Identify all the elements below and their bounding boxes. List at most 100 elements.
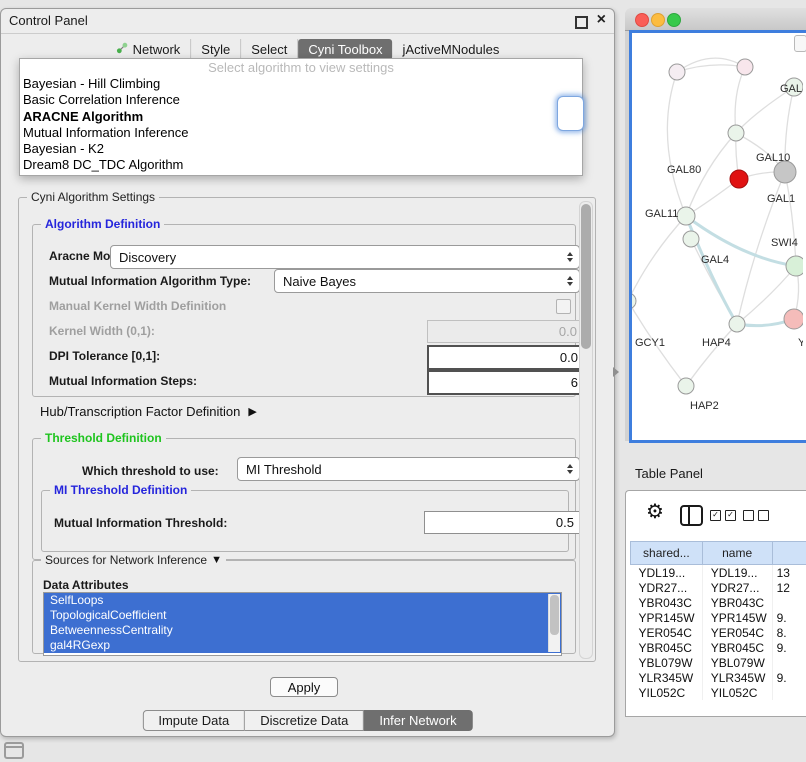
table-cell[interactable]: 9.	[772, 610, 806, 625]
table-cell[interactable]: YLR345W	[631, 670, 703, 685]
tab-cyni-toolbox[interactable]: Cyni Toolbox	[298, 39, 392, 60]
network-node-label: GAL	[780, 83, 802, 95]
algorithm-option[interactable]: Mutual Information Inference	[20, 125, 582, 141]
network-node[interactable]	[683, 231, 699, 247]
manual-kernel-width-checkbox[interactable]	[556, 299, 571, 314]
table-cell[interactable]: YLR345W	[702, 670, 772, 685]
mi-algorithm-type-combo[interactable]: Naive Bayes	[274, 269, 580, 293]
float-window-icon[interactable]	[575, 16, 588, 29]
bottom-tab-infer-network[interactable]: Infer Network	[364, 710, 472, 731]
apply-button[interactable]: Apply	[270, 677, 338, 697]
table-cell[interactable]: YDL19...	[702, 565, 772, 581]
canvas-scroll-button[interactable]	[794, 35, 806, 52]
aracne-mode-combo[interactable]: Discovery	[110, 245, 580, 269]
network-node[interactable]	[774, 161, 796, 183]
bottom-tab-impute-data[interactable]: Impute Data	[142, 710, 245, 731]
kernel-width-input[interactable]: 0.0	[427, 320, 584, 343]
mac-zoom-light[interactable]	[667, 13, 681, 27]
algorithm-settings-side-button[interactable]	[557, 96, 584, 131]
hub-definition-toggle[interactable]: Hub/Transcription Factor Definition ▶	[40, 404, 257, 419]
table-cell[interactable]	[772, 595, 806, 610]
splitter-arrow-icon[interactable]	[613, 367, 619, 377]
table-row[interactable]: YIL052CYIL052C	[631, 685, 806, 700]
attribute-item[interactable]: SelfLoops	[44, 593, 561, 608]
table-cell[interactable]: 9.	[772, 640, 806, 655]
network-node[interactable]	[737, 59, 753, 75]
table-row[interactable]: YBR043CYBR043C	[631, 595, 806, 610]
table-row[interactable]: YBL079WYBL079W	[631, 655, 806, 670]
dpi-tolerance-input[interactable]: 0.0	[427, 345, 586, 370]
network-node[interactable]	[632, 293, 636, 309]
table-cell[interactable]: 9.	[772, 670, 806, 685]
algorithm-option[interactable]: ARACNE Algorithm	[20, 109, 582, 125]
table-cell[interactable]: 12	[772, 580, 806, 595]
table-cell[interactable]: YDL19...	[631, 565, 703, 581]
deselect-all-columns-button[interactable]	[743, 510, 769, 521]
which-threshold-combo[interactable]: MI Threshold	[237, 457, 580, 481]
network-node[interactable]	[678, 378, 694, 394]
network-node[interactable]	[784, 309, 803, 329]
sources-legend[interactable]: Sources for Network Inference ▼	[41, 553, 226, 567]
table-cell[interactable]: YBR043C	[631, 595, 703, 610]
table-cell[interactable]: YBL079W	[702, 655, 772, 670]
tab-style[interactable]: Style	[191, 39, 241, 60]
tab-select[interactable]: Select	[241, 39, 298, 60]
algorithm-option[interactable]: Dream8 DC_TDC Algorithm	[20, 157, 582, 173]
table-cell[interactable]: YBR043C	[702, 595, 772, 610]
table-cell[interactable]: YDR27...	[702, 580, 772, 595]
table-row[interactable]: YDR27...YDR27...12	[631, 580, 806, 595]
table-cell[interactable]: YER054C	[702, 625, 772, 640]
table-row[interactable]: YPR145WYPR145W9.	[631, 610, 806, 625]
table-header-cell[interactable]	[772, 542, 806, 565]
network-canvas[interactable]: GALGAL10GAL80GAL1GAL11SWI4GAL4GCY1HAP4YH…	[629, 30, 806, 443]
table-cell[interactable]	[772, 685, 806, 700]
attribute-list-scrollbar[interactable]	[548, 594, 560, 652]
network-node[interactable]	[728, 125, 744, 141]
table-cell[interactable]: YBR045C	[631, 640, 703, 655]
table-header-cell[interactable]: shared...	[631, 542, 703, 565]
select-all-columns-button[interactable]: ✓ ✓	[710, 510, 736, 521]
table-cell[interactable]	[772, 655, 806, 670]
network-node[interactable]	[729, 316, 745, 332]
table-row[interactable]: YDL19...YDL19...13	[631, 565, 806, 581]
algorithm-option[interactable]: Bayesian - Hill Climbing	[20, 76, 582, 92]
attribute-item[interactable]: TopologicalCoefficient	[44, 608, 561, 623]
table-cell[interactable]: 13	[772, 565, 806, 581]
attribute-item[interactable]: gal4RGexp	[44, 638, 561, 653]
settings-scrollbar[interactable]	[579, 201, 593, 659]
mi-steps-input[interactable]: 6	[427, 370, 586, 395]
table-cell[interactable]: 8.	[772, 625, 806, 640]
table-cell[interactable]: YIL052C	[702, 685, 772, 700]
algorithm-option[interactable]: Basic Correlation Inference	[20, 92, 582, 108]
table-row[interactable]: YBR045CYBR045C9.	[631, 640, 806, 655]
mac-close-light[interactable]	[635, 13, 649, 27]
network-node[interactable]	[730, 170, 748, 188]
table-header-cell[interactable]: name	[702, 542, 772, 565]
table-cell[interactable]: YBL079W	[631, 655, 703, 670]
attribute-item[interactable]: BetweennessCentrality	[44, 623, 561, 638]
network-node[interactable]	[677, 207, 695, 225]
scrollbar-thumb[interactable]	[550, 595, 559, 635]
docked-panel-icon[interactable]	[4, 742, 24, 759]
gear-icon[interactable]: ⚙	[646, 501, 664, 523]
close-icon[interactable]: ×	[597, 11, 606, 29]
bottom-tab-discretize-data[interactable]: Discretize Data	[245, 710, 364, 731]
table-row[interactable]: YER054CYER054C8.	[631, 625, 806, 640]
tab-jactivemnodules[interactable]: jActiveMNodules	[393, 39, 510, 60]
network-node[interactable]	[669, 64, 685, 80]
mac-minimize-light[interactable]	[651, 13, 665, 27]
settings-scrollbar-thumb[interactable]	[581, 204, 591, 349]
table-cell[interactable]: YBR045C	[702, 640, 772, 655]
tab-network[interactable]: Network	[106, 39, 192, 60]
table-cell[interactable]: YPR145W	[631, 610, 703, 625]
table-cell[interactable]: YER054C	[631, 625, 703, 640]
attribute-list[interactable]: SelfLoopsTopologicalCoefficientBetweenne…	[43, 592, 562, 656]
network-node[interactable]	[786, 256, 803, 276]
table-cell[interactable]: YIL052C	[631, 685, 703, 700]
table-cell[interactable]: YPR145W	[702, 610, 772, 625]
table-row[interactable]: YLR345WYLR345W9.	[631, 670, 806, 685]
algorithm-option[interactable]: Bayesian - K2	[20, 141, 582, 157]
columns-icon[interactable]	[680, 505, 703, 526]
mi-threshold-input[interactable]: 0.5	[424, 511, 581, 534]
table-cell[interactable]: YDR27...	[631, 580, 703, 595]
